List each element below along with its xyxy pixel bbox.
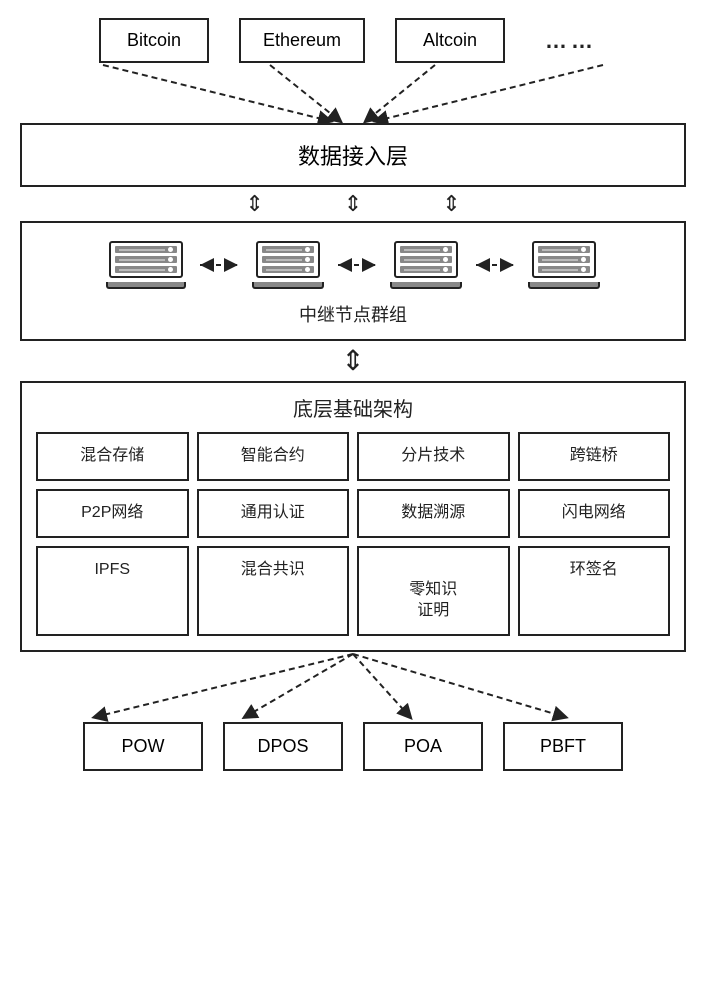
zkp-label: 零知识 证明 (409, 581, 457, 619)
poa-node: POA (363, 722, 483, 771)
poa-label: POA (404, 736, 442, 756)
altcoin-node: Altcoin (395, 18, 505, 63)
dashed-arrows-bottom-svg (20, 652, 686, 722)
server-row (115, 256, 177, 263)
pbft-node: PBFT (503, 722, 623, 771)
server-row (400, 246, 452, 253)
lightning-label: 闪电网络 (562, 504, 626, 521)
infrastructure-layer: 底层基础架构 混合存储 智能合约 分片技术 跨链桥 P2P网络 通用认证 数据溯… (20, 381, 686, 652)
server-3 (390, 241, 462, 289)
server-row (538, 256, 590, 263)
dashed-arrow-h-2 (332, 257, 382, 273)
data-access-label: 数据接入层 (298, 144, 408, 169)
server-row (262, 266, 314, 273)
dpos-label: DPOS (257, 736, 308, 756)
ring-sig-label: 环签名 (570, 561, 618, 578)
hybrid-consensus-cell: 混合共识 (197, 546, 350, 636)
double-arrows-row: ⇕ ⇕ ⇕ (20, 187, 686, 221)
cross-chain-label: 跨链桥 (570, 447, 618, 464)
bitcoin-node: Bitcoin (99, 18, 209, 63)
ipfs-label: IPFS (94, 561, 130, 578)
sharding-label: 分片技术 (401, 447, 465, 464)
universal-auth-cell: 通用认证 (197, 489, 350, 538)
cross-chain-cell: 跨链桥 (518, 432, 671, 481)
server-row (262, 256, 314, 263)
p2p-cell: P2P网络 (36, 489, 189, 538)
p2p-label: P2P网络 (81, 504, 143, 521)
ethereum-node: Ethereum (239, 18, 365, 63)
data-access-layer: 数据接入层 (20, 123, 686, 187)
pbft-label: PBFT (540, 736, 586, 756)
dpos-node: DPOS (223, 722, 343, 771)
mixed-storage-cell: 混合存储 (36, 432, 189, 481)
altcoin-label: Altcoin (423, 30, 477, 50)
server-row (115, 266, 177, 273)
infra-title: 底层基础架构 (36, 393, 670, 422)
server-row (400, 266, 452, 273)
arrow-3: ⇕ (442, 193, 460, 215)
relay-label: 中继节点群组 (299, 301, 407, 327)
data-tracing-label: 数据溯源 (401, 504, 465, 521)
top-blockchain-nodes: Bitcoin Ethereum Altcoin …… (20, 18, 686, 63)
mixed-storage-label: 混合存储 (80, 447, 144, 464)
sharding-cell: 分片技术 (357, 432, 510, 481)
server-row (115, 246, 177, 253)
arrow-1: ⇕ (245, 193, 263, 215)
zkp-cell: 零知识 证明 (357, 546, 510, 636)
server-row (262, 246, 314, 253)
server-row (538, 246, 590, 253)
ring-sig-cell: 环签名 (518, 546, 671, 636)
dashed-arrows-top-svg (20, 63, 686, 123)
dashed-arrow-h-3 (470, 257, 520, 273)
consensus-nodes: POW DPOS POA PBFT (20, 722, 686, 771)
smart-contract-label: 智能合约 (241, 447, 305, 464)
smart-contract-cell: 智能合约 (197, 432, 350, 481)
arrow-2: ⇕ (344, 193, 362, 215)
dashed-arrow-h-1 (194, 257, 244, 273)
pow-node: POW (83, 722, 203, 771)
ipfs-cell: IPFS (36, 546, 189, 636)
vertical-arrow: ⇕ (341, 347, 364, 375)
infra-grid: 混合存储 智能合约 分片技术 跨链桥 P2P网络 通用认证 数据溯源 闪电网络 … (36, 432, 670, 636)
center-double-arrow: ⇕ (341, 341, 364, 381)
hybrid-consensus-label: 混合共识 (241, 561, 305, 578)
more-nodes: …… (535, 20, 607, 62)
server-1 (106, 241, 186, 289)
relay-node-group: 中继节点群组 (20, 221, 686, 341)
dashed-arrows-bottom (20, 652, 686, 722)
server-row (538, 266, 590, 273)
bitcoin-label: Bitcoin (127, 30, 181, 50)
universal-auth-label: 通用认证 (241, 504, 305, 521)
pow-label: POW (122, 736, 165, 756)
ethereum-label: Ethereum (263, 30, 341, 50)
server-row (400, 256, 452, 263)
lightning-cell: 闪电网络 (518, 489, 671, 538)
data-tracing-cell: 数据溯源 (357, 489, 510, 538)
server-2 (252, 241, 324, 289)
ellipsis-label: …… (545, 28, 597, 53)
relay-servers-row (98, 241, 608, 289)
dashed-arrows-top (20, 63, 686, 123)
server-4 (528, 241, 600, 289)
